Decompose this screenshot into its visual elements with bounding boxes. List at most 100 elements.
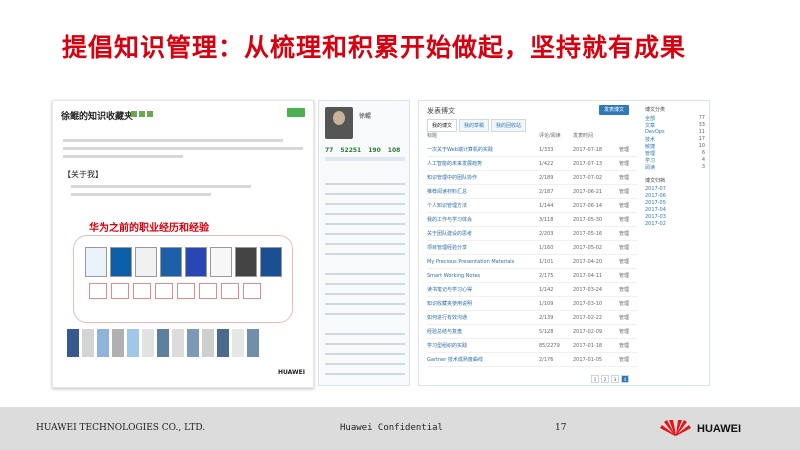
row-action[interactable]: 管理 [619, 146, 637, 153]
row-action[interactable]: 管理 [619, 244, 637, 251]
row-date: 2017-05-16 [573, 230, 603, 237]
table-row[interactable]: Gartner 技术成熟度曲线 2/176 2017-01-05 管理 [427, 353, 637, 367]
category-count: 3 [701, 164, 705, 170]
category-item[interactable]: 全部 77 [645, 115, 705, 122]
category-item[interactable]: 技术 17 [645, 136, 705, 143]
tab-recycle-bin[interactable]: 我的回收站 [491, 119, 527, 132]
row-action[interactable]: 管理 [619, 160, 637, 167]
archive-item[interactable]: 2017-07 [645, 186, 705, 193]
row-meta: 1/101 [539, 258, 554, 265]
book-row [67, 329, 259, 357]
table-row[interactable]: 人工智能的未来发展趋势 1/422 2017-07-13 管理 [427, 157, 637, 171]
row-action[interactable]: 管理 [619, 286, 637, 293]
row-action[interactable]: 管理 [619, 328, 637, 335]
page-button[interactable]: 2 [601, 375, 609, 383]
blog-title: 徐鲲的知识收藏夹 [61, 112, 134, 122]
row-title[interactable]: 读书笔记与学习心得 [427, 286, 539, 293]
row-title[interactable]: Smart Working Notes [427, 273, 539, 279]
row-meta: 5/128 [539, 328, 554, 335]
row-title[interactable]: 如何进行有效沟通 [427, 314, 539, 321]
archive-label[interactable]: 2017-04 [645, 207, 666, 214]
row-date: 2017-05-02 [573, 244, 603, 251]
page-button-current[interactable]: 4 [621, 375, 629, 383]
row-title[interactable]: 知识收藏夹使用说明 [427, 300, 539, 307]
table-row[interactable]: Smart Working Notes 2/175 2017-04-11 管理 [427, 269, 637, 283]
category-label[interactable]: 技术 [645, 136, 655, 143]
column-stats: 评论/阅读 [539, 133, 561, 139]
category-item[interactable]: 文章 33 [645, 122, 705, 129]
row-title[interactable]: 关于团队建设的思考 [427, 230, 539, 237]
row-action[interactable]: 管理 [619, 258, 637, 265]
table-row[interactable]: 一次关于Web端计算机的实践 1/333 2017-07-18 管理 [427, 143, 637, 157]
category-label[interactable]: 学习 [645, 157, 655, 164]
table-row[interactable]: 关于团队建设的思考 2/203 2017-05-16 管理 [427, 227, 637, 241]
page-button[interactable]: 3 [611, 375, 619, 383]
archive-label[interactable]: 2017-02 [645, 221, 666, 228]
row-action[interactable]: 管理 [619, 202, 637, 209]
table-row[interactable]: 经验总结与复盘 5/128 2017-02-09 管理 [427, 325, 637, 339]
row-title[interactable]: 推荐阅读材料汇总 [427, 188, 539, 195]
row-action[interactable]: 管理 [619, 230, 637, 237]
row-title[interactable]: My Precious Presentation Materials [427, 259, 539, 265]
row-action[interactable]: 管理 [619, 216, 637, 223]
category-label[interactable]: 全部 [645, 115, 655, 122]
row-date: 2017-07-02 [573, 174, 603, 181]
category-label[interactable]: 阅读 [645, 164, 655, 171]
archive-label[interactable]: 2017-05 [645, 200, 666, 207]
row-title[interactable]: 人工智能的未来发展趋势 [427, 160, 539, 167]
row-title[interactable]: 学习型组织的实践 [427, 342, 539, 349]
archive-item[interactable]: 2017-06 [645, 193, 705, 200]
row-date: 2017-07-13 [573, 160, 603, 167]
category-item[interactable]: 阅读 3 [645, 164, 705, 171]
table-row[interactable]: 个人知识管理方法 1/144 2017-06-14 管理 [427, 199, 637, 213]
tab-drafts[interactable]: 我的草稿 [459, 119, 490, 132]
category-label[interactable]: 管理 [645, 150, 655, 157]
new-post-button[interactable]: 发表博文 [599, 105, 629, 115]
row-action[interactable]: 管理 [619, 174, 637, 181]
table-row[interactable]: 读书笔记与学习心得 1/142 2017-03-24 管理 [427, 283, 637, 297]
category-item[interactable]: DevOps 11 [645, 129, 705, 136]
table-row[interactable]: 知识收藏夹使用说明 1/109 2017-03-10 管理 [427, 297, 637, 311]
table-row[interactable]: My Precious Presentation Materials 1/101… [427, 255, 637, 269]
row-title[interactable]: Gartner 技术成熟度曲线 [427, 356, 539, 363]
archive-item[interactable]: 2017-04 [645, 207, 705, 214]
category-label[interactable]: 文章 [645, 122, 655, 129]
profile-screenshot: 徐鲲 77 52251 190 108 [318, 100, 410, 386]
profile-line [325, 343, 405, 345]
row-title[interactable]: 我的工作与学习体会 [427, 216, 539, 223]
slide-title: 提倡知识管理：从梳理和积累开始做起，坚持就有成果 [62, 33, 687, 62]
row-title[interactable]: 个人知识管理方法 [427, 202, 539, 209]
category-label[interactable]: 敏捷 [645, 143, 655, 150]
table-row[interactable]: 项目管理经验分享 1/160 2017-05-02 管理 [427, 241, 637, 255]
row-date: 2017-05-30 [573, 216, 603, 223]
archive-label[interactable]: 2017-06 [645, 193, 666, 200]
table-row[interactable]: 知识管理中的团队协作 2/189 2017-07-02 管理 [427, 171, 637, 185]
archive-item[interactable]: 2017-03 [645, 214, 705, 221]
category-item[interactable]: 管理 6 [645, 150, 705, 157]
row-action[interactable]: 管理 [619, 356, 637, 363]
row-meta: 2/175 [539, 272, 554, 279]
follow-button[interactable] [287, 108, 305, 117]
row-title[interactable]: 项目管理经验分享 [427, 244, 539, 251]
category-item[interactable]: 敏捷 10 [645, 143, 705, 150]
row-title[interactable]: 知识管理中的团队协作 [427, 174, 539, 181]
category-label[interactable]: DevOps [645, 129, 665, 136]
row-title[interactable]: 经验总结与复盘 [427, 328, 539, 335]
row-action[interactable]: 管理 [619, 300, 637, 307]
category-item[interactable]: 学习 4 [645, 157, 705, 164]
row-action[interactable]: 管理 [619, 188, 637, 195]
archive-label[interactable]: 2017-03 [645, 214, 666, 221]
row-action[interactable]: 管理 [619, 314, 637, 321]
archive-item[interactable]: 2017-02 [645, 221, 705, 228]
table-row[interactable]: 学习型组织的实践 85/2279 2017-01-18 管理 [427, 339, 637, 353]
archive-label[interactable]: 2017-07 [645, 186, 666, 193]
archive-item[interactable]: 2017-05 [645, 200, 705, 207]
table-row[interactable]: 推荐阅读材料汇总 2/187 2017-06-21 管理 [427, 185, 637, 199]
row-action[interactable]: 管理 [619, 342, 637, 349]
page-button[interactable]: 1 [591, 375, 599, 383]
table-row[interactable]: 我的工作与学习体会 3/118 2017-05-30 管理 [427, 213, 637, 227]
tab-my-posts[interactable]: 我的博文 [427, 119, 458, 132]
table-row[interactable]: 如何进行有效沟通 2/139 2017-02-22 管理 [427, 311, 637, 325]
row-title[interactable]: 一次关于Web端计算机的实践 [427, 146, 539, 153]
row-action[interactable]: 管理 [619, 272, 637, 279]
